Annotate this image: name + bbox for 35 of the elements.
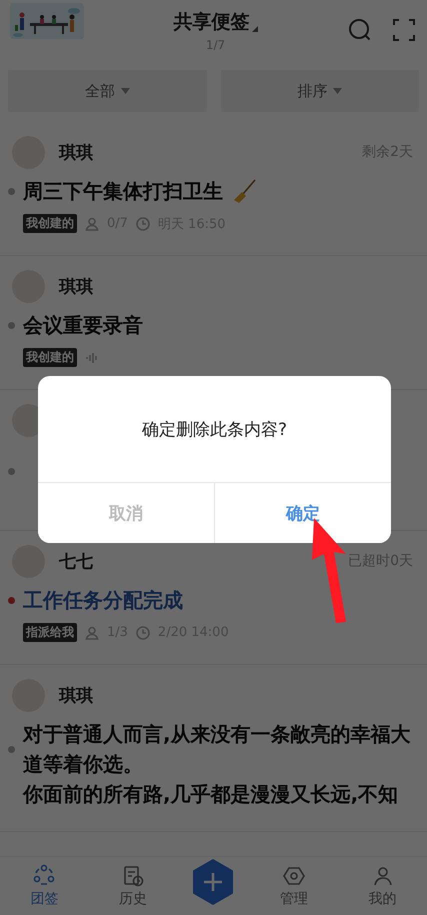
tab-item[interactable]: 管理 xyxy=(264,864,324,908)
people-icon xyxy=(32,864,56,888)
dropdown-triangle-icon xyxy=(252,26,258,32)
dialog-message: 确定删除此条内容? xyxy=(140,418,288,442)
author-name: 琪琪 xyxy=(59,684,94,706)
search-icon[interactable] xyxy=(347,17,373,43)
bullet-dot xyxy=(8,468,15,475)
note-title[interactable]: 周三下午集体打扫卫生 xyxy=(23,176,223,206)
tab-item[interactable]: 我的 xyxy=(352,864,413,908)
note-text: 你面前的所有路,几乎都是漫漫又长远,不知 xyxy=(22,781,400,808)
hexagon-gear-icon xyxy=(282,864,306,888)
add-button[interactable] xyxy=(191,858,236,906)
person-icon xyxy=(85,626,99,640)
author-name: 琪琪 xyxy=(59,142,94,164)
author-name: 七七 xyxy=(59,550,94,572)
note-title[interactable]: 会议重要录音 xyxy=(23,310,143,340)
clock-icon xyxy=(136,626,150,640)
author-name: 琪琪 xyxy=(59,276,94,298)
caret-icon xyxy=(120,88,130,94)
note-tag: 我创建的 xyxy=(23,214,77,233)
fullscreen-icon[interactable] xyxy=(391,17,417,43)
filter-dropdown[interactable]: 排序 xyxy=(220,70,419,112)
person-icon xyxy=(85,216,99,230)
filter-dropdown[interactable]: 全部 xyxy=(8,70,206,112)
note-title[interactable]: 工作任务分配完成 xyxy=(23,585,183,615)
tab-item[interactable]: 团签 xyxy=(14,864,74,908)
note-title[interactable]: 对于普通人而言,从来没有一条敞亮的幸福大道等着你选。 xyxy=(23,719,413,779)
note-tag: 指派给我 xyxy=(23,623,77,642)
caret-icon xyxy=(333,88,342,94)
note-tag: 我创建的 xyxy=(23,348,77,367)
clock-icon xyxy=(136,216,150,230)
confirm-button[interactable]: 确定 xyxy=(214,483,391,543)
tab-item[interactable]: 历史 xyxy=(102,864,163,908)
sound-wave-icon xyxy=(85,350,99,364)
screen-title[interactable]: 共享便签 xyxy=(174,8,250,34)
